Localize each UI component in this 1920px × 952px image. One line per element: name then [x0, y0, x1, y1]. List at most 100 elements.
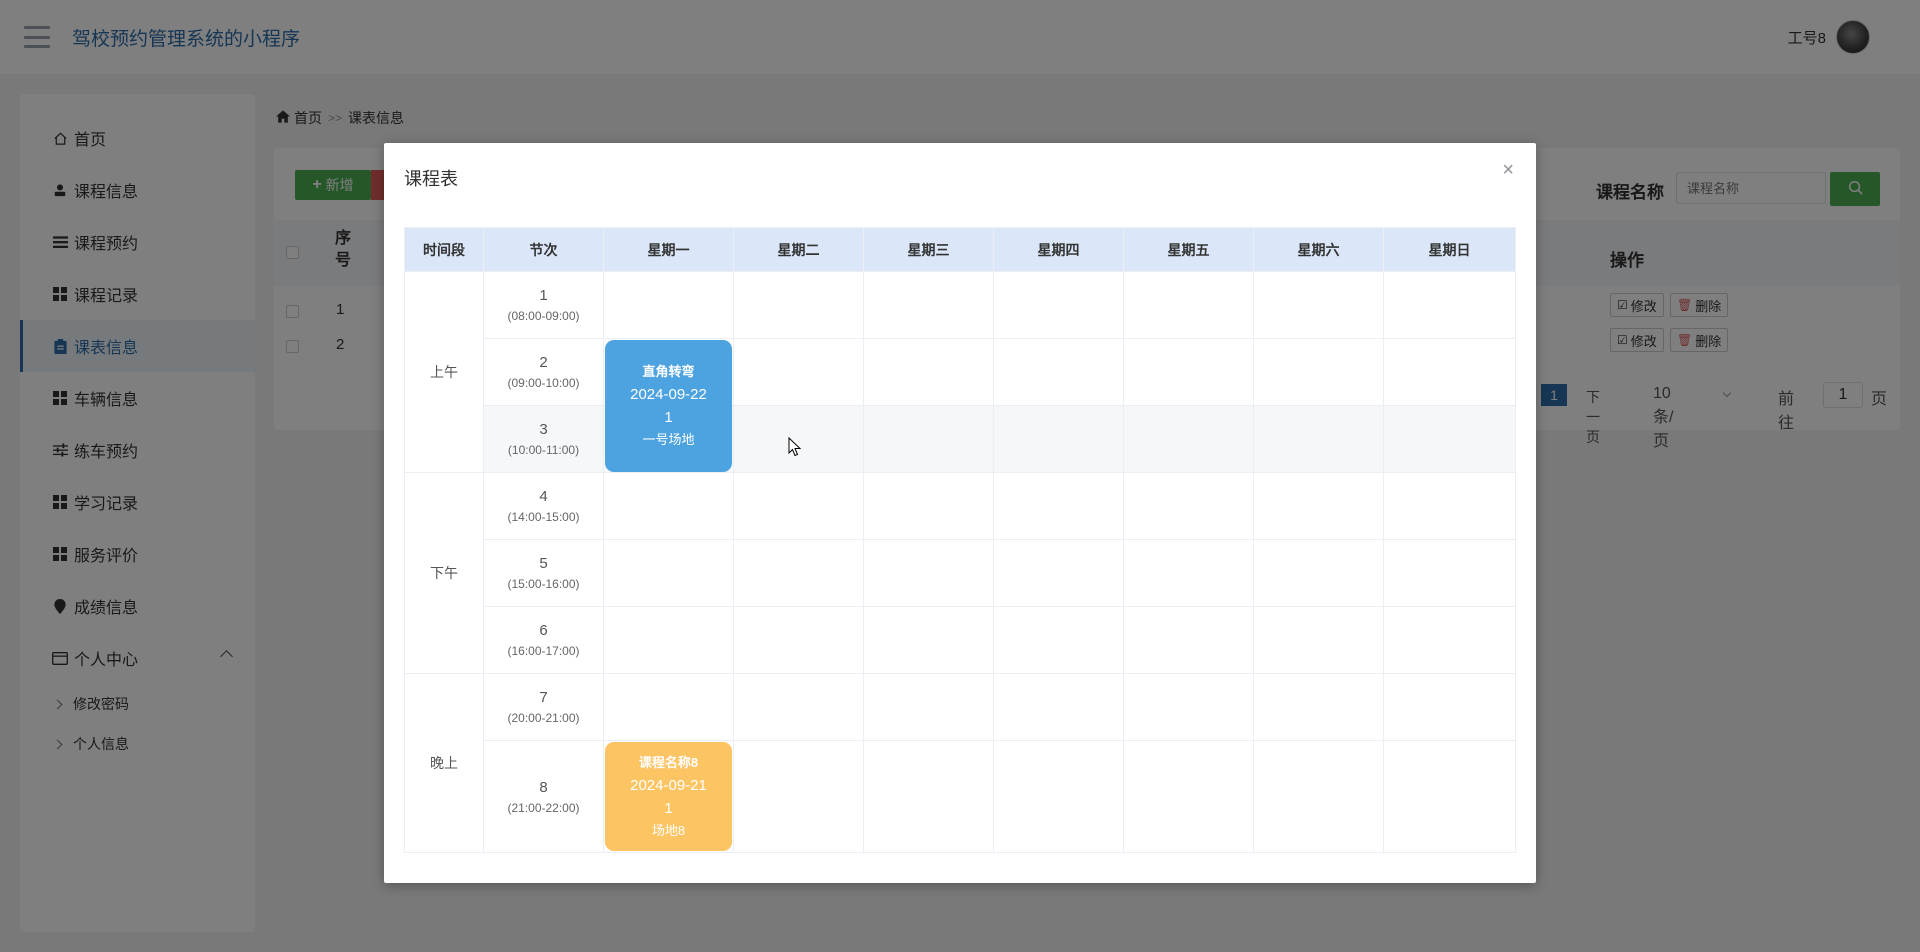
course-date: 2024-09-22: [630, 386, 707, 403]
section-number: 4: [539, 488, 548, 505]
schedule-cell[interactable]: [603, 271, 734, 339]
schedule-cell[interactable]: [1383, 405, 1516, 473]
schedule-cell[interactable]: [863, 740, 994, 853]
course-count: 1: [664, 409, 673, 426]
period-morning: 上午: [404, 271, 484, 473]
schedule-cell[interactable]: [603, 539, 734, 607]
section-time: (20:00-21:00): [507, 711, 580, 725]
course-venue: 场地8: [651, 822, 686, 838]
schedule-cell[interactable]: [733, 338, 864, 406]
section-cell: 1 (08:00-09:00): [483, 271, 604, 339]
schedule-row: 下午 4 (14:00-15:00): [404, 472, 1516, 674]
schedule-cell[interactable]: [1123, 673, 1254, 741]
section-number: 1: [539, 287, 548, 304]
schedule-cell[interactable]: [1383, 271, 1516, 339]
schedule-cell[interactable]: [603, 606, 734, 674]
schedule-cell[interactable]: [993, 472, 1124, 540]
course-venue: 一号场地: [642, 432, 695, 447]
schedule-cell[interactable]: [993, 740, 1124, 853]
schedule-cell[interactable]: [603, 673, 734, 741]
schedule-cell[interactable]: [1383, 338, 1516, 406]
schedule-cell[interactable]: [1253, 472, 1384, 540]
section-number: 2: [539, 354, 548, 371]
section-cell: 7 (20:00-21:00): [483, 673, 604, 741]
schedule-cell[interactable]: [993, 606, 1124, 674]
close-icon[interactable]: ×: [1502, 160, 1514, 180]
schedule-cell[interactable]: [863, 606, 994, 674]
period-afternoon: 下午: [404, 472, 484, 674]
section-time: (21:00-22:00): [507, 800, 580, 815]
schedule-modal: 课程表 × 时间段 节次 星期一 星期二 星期三 星期四 星期五 星期六 星期日…: [384, 143, 1536, 883]
schedule-cell[interactable]: [1383, 539, 1516, 607]
schedule-cell[interactable]: [733, 472, 864, 540]
section-cell: 2 (09:00-10:00): [483, 338, 604, 406]
schedule-cell[interactable]: [1253, 606, 1384, 674]
schedule-cell[interactable]: [1383, 472, 1516, 540]
schedule-cell[interactable]: [1253, 338, 1384, 406]
schedule-cell[interactable]: [1383, 740, 1516, 853]
schedule-cell[interactable]: [733, 539, 864, 607]
section-number: 3: [539, 421, 548, 438]
schedule-cell[interactable]: [1123, 539, 1254, 607]
schedule-row: 晚上 7 (20:00-21:00): [404, 673, 1516, 853]
schedule-cell[interactable]: [993, 338, 1124, 406]
schedule-cell[interactable]: [1123, 271, 1254, 339]
schedule-cell[interactable]: [863, 539, 994, 607]
schedule-header-row: 时间段 节次 星期一 星期二 星期三 星期四 星期五 星期六 星期日: [404, 227, 1516, 272]
schedule-cell[interactable]: [863, 271, 994, 339]
schedule-cell[interactable]: [993, 539, 1124, 607]
section-time: (15:00-16:00): [507, 577, 580, 591]
schedule-cell[interactable]: [733, 271, 864, 339]
schedule-cell[interactable]: [733, 673, 864, 741]
schedule-cell[interactable]: [1383, 606, 1516, 674]
section-time: (09:00-10:00): [507, 376, 580, 390]
section-number: 7: [539, 689, 548, 706]
schedule-cell[interactable]: [1253, 673, 1384, 741]
section-time: (10:00-11:00): [507, 443, 580, 457]
header-friday: 星期五: [1123, 227, 1254, 272]
course-card[interactable]: 直角转弯 2024-09-22 1 一号场地: [605, 340, 732, 472]
schedule-cell[interactable]: [603, 472, 734, 540]
schedule-row: 上午 1 (08:00-09:00): [404, 271, 1516, 473]
section-cell: 6 (16:00-17:00): [483, 606, 604, 674]
schedule-cell[interactable]: [1253, 271, 1384, 339]
schedule-cell[interactable]: 直角转弯 2024-09-22 1 一号场地: [603, 338, 734, 472]
schedule-cell[interactable]: [863, 405, 994, 473]
course-name: 课程名称8: [638, 754, 699, 770]
schedule-cell[interactable]: [1383, 673, 1516, 741]
schedule-cell[interactable]: [1123, 740, 1254, 853]
schedule-cell[interactable]: [1253, 539, 1384, 607]
schedule-cell[interactable]: [993, 271, 1124, 339]
schedule-cell[interactable]: [733, 740, 864, 853]
schedule-row: 3 (10:00-11:00): [405, 405, 1516, 473]
header-saturday: 星期六: [1253, 227, 1384, 272]
header-sunday: 星期日: [1383, 227, 1516, 272]
section-time: (14:00-15:00): [507, 510, 580, 524]
schedule-cell[interactable]: [1123, 472, 1254, 540]
header-thursday: 星期四: [993, 227, 1124, 272]
course-count: 1: [664, 799, 673, 817]
schedule-cell[interactable]: 课程名称8 2024-09-21 1 场地8: [603, 740, 734, 853]
schedule-cell[interactable]: [1123, 405, 1254, 473]
section-number: 6: [539, 622, 548, 639]
schedule-cell[interactable]: [993, 673, 1124, 741]
schedule-cell[interactable]: [993, 405, 1124, 473]
section-cell: 3 (10:00-11:00): [483, 405, 604, 473]
schedule-cell[interactable]: [863, 673, 994, 741]
schedule-cell[interactable]: [1123, 606, 1254, 674]
course-card[interactable]: 课程名称8 2024-09-21 1 场地8: [605, 742, 732, 851]
header-section: 节次: [483, 227, 604, 272]
schedule-cell[interactable]: [733, 606, 864, 674]
schedule-table: 时间段 节次 星期一 星期二 星期三 星期四 星期五 星期六 星期日 上午 1 (…: [404, 227, 1516, 853]
header-wednesday: 星期三: [863, 227, 994, 272]
header-period: 时间段: [404, 227, 484, 272]
schedule-cell[interactable]: [863, 338, 994, 406]
schedule-cell[interactable]: [1123, 338, 1254, 406]
section-time: (16:00-17:00): [507, 644, 580, 658]
section-cell: 8 (21:00-22:00): [483, 740, 604, 853]
mouse-cursor-icon: [788, 436, 802, 460]
schedule-cell[interactable]: [1253, 405, 1384, 473]
schedule-row: 2 (09:00-10:00) 直角转弯 2024-09-22 1 一号场地: [405, 338, 1516, 472]
schedule-cell[interactable]: [863, 472, 994, 540]
schedule-cell[interactable]: [1253, 740, 1384, 853]
